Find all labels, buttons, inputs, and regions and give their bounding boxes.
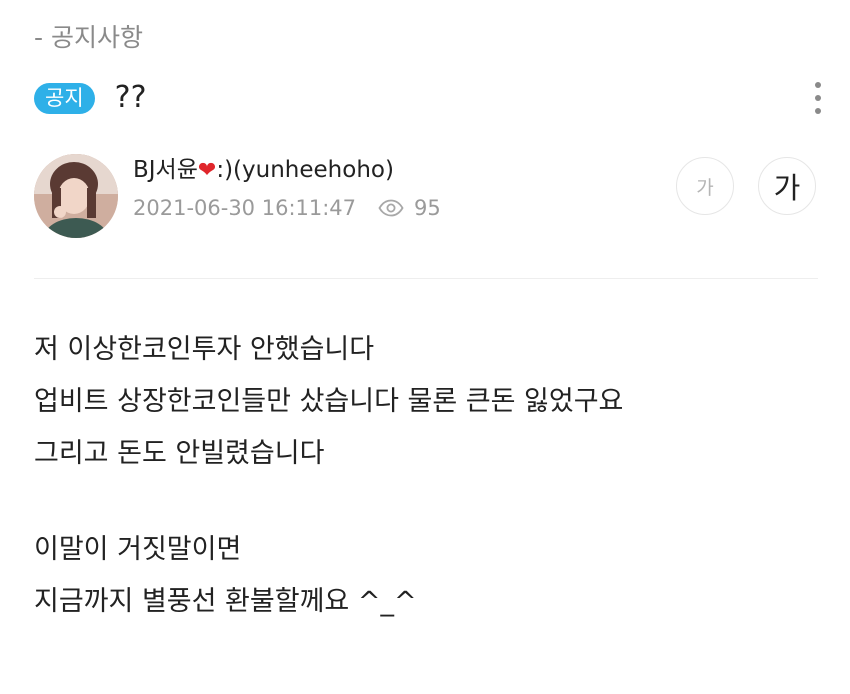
content-line: 저 이상한코인투자 안했습니다: [34, 334, 375, 365]
kebab-dot: [815, 95, 821, 101]
divider: [34, 278, 818, 279]
content-line: 이말이 거짓말이면: [34, 534, 242, 565]
content-line: 그리고 돈도 안빌렸습니다: [34, 438, 325, 469]
breadcrumb[interactable]: - 공지사항: [34, 18, 143, 54]
font-size-decrease-button[interactable]: 가: [676, 157, 734, 215]
avatar[interactable]: [34, 154, 118, 238]
kebab-dot: [815, 82, 821, 88]
post-title-row: 공지 ??: [34, 78, 824, 118]
content-line: 지금까지 별풍선 환불할께요 ^_^: [34, 586, 417, 617]
content-line-blank: [34, 480, 623, 524]
more-options-icon[interactable]: [812, 78, 824, 118]
post-title: ??: [114, 80, 147, 115]
post-datetime: 2021-06-30 16:11:47: [133, 196, 357, 220]
view-count: 95: [414, 196, 441, 220]
author-name-suffix: :)(yunheehoho): [216, 157, 394, 183]
author-block: BJ서윤❤:)(yunheehoho) 2021-06-30 16:11:47 …: [34, 154, 824, 240]
post-meta: 2021-06-30 16:11:47 95: [133, 192, 441, 224]
content-line: 업비트 상장한코인들만 샀습니다 물론 큰돈 잃었구요: [34, 386, 624, 417]
font-size-increase-button[interactable]: 가: [758, 157, 816, 215]
author-name[interactable]: BJ서윤❤:)(yunheehoho): [133, 154, 394, 187]
heart-icon: ❤: [197, 158, 217, 183]
kebab-dot: [815, 108, 821, 114]
notice-badge: 공지: [34, 82, 95, 114]
author-name-prefix: BJ서윤: [133, 157, 198, 183]
post-content: 저 이상한코인투자 안했습니다 업비트 상장한코인들만 샀습니다 물론 큰돈 잃…: [34, 324, 623, 628]
avatar-image: [34, 154, 118, 238]
eye-icon: [378, 199, 404, 217]
